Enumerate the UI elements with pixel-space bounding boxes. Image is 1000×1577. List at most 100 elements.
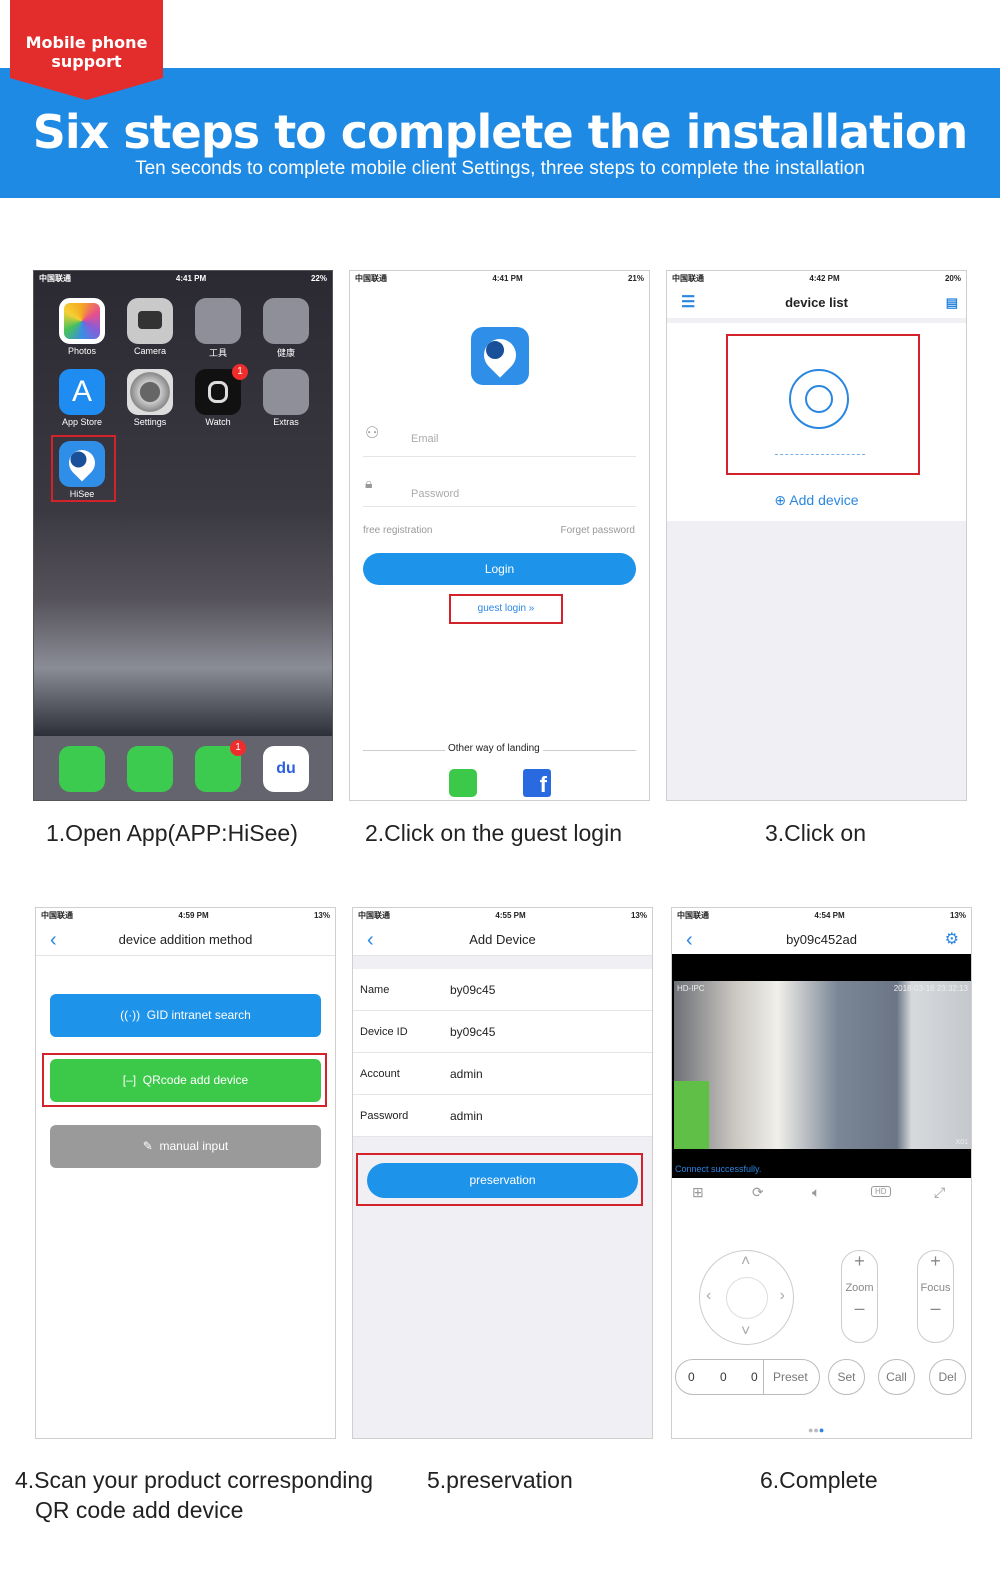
notification-badge: 1 <box>232 364 248 380</box>
time: 4:41 PM <box>175 273 207 283</box>
carrier: 中国联通 <box>39 273 71 283</box>
step4-caption-line2: QR code add device <box>35 1497 244 1523</box>
mute-icon[interactable]: 🔈︎ <box>812 1184 820 1201</box>
step1-caption: 1.Open App(APP:HiSee) <box>46 820 298 846</box>
hisee-logo <box>471 327 529 385</box>
forget-password-link[interactable]: Forget password <box>561 525 635 536</box>
zoom-control[interactable]: + Zoom – <box>841 1250 878 1343</box>
preset-input[interactable]: 000 Preset <box>675 1359 820 1395</box>
user-icon: ⚇ <box>365 425 380 442</box>
carrier: 中国联通 <box>672 273 704 283</box>
rotate-icon[interactable]: ⟳ <box>752 1184 764 1201</box>
guest-login-button[interactable]: guest login » <box>449 594 563 624</box>
email-placeholder: Email <box>411 433 439 445</box>
carrier: 中国联通 <box>677 910 709 920</box>
app-store-icon[interactable]: A <box>59 369 105 415</box>
battery: 21% <box>627 273 644 283</box>
menu-icon[interactable]: ☰ <box>681 287 695 319</box>
time: 4:54 PM <box>814 910 845 920</box>
app-label: Watch <box>205 417 231 427</box>
back-icon[interactable]: ‹ <box>50 924 57 956</box>
scan-icon[interactable]: ▤ <box>946 287 958 319</box>
password-row[interactable]: Password admin <box>353 1095 652 1137</box>
settings-app-icon[interactable] <box>127 369 173 415</box>
add-device-button[interactable]: ⊕ Add device <box>667 492 966 509</box>
messages-app-icon[interactable] <box>127 746 173 792</box>
lock-icon: 🔒︎ <box>365 475 373 491</box>
step2-login-screen: 中国联通 4:41 PM 21% ⚇ Email 🔒︎ Password free re… <box>349 270 650 801</box>
screen-title: Add Device <box>469 932 536 947</box>
app-label: Settings <box>133 417 167 427</box>
phone-app-icon[interactable] <box>59 746 105 792</box>
camera-illustration <box>789 369 849 429</box>
step2-caption: 2.Click on the guest login <box>365 820 622 846</box>
set-button[interactable]: Set <box>828 1359 865 1395</box>
focus-control[interactable]: + Focus – <box>917 1250 954 1343</box>
screen-title: device addition method <box>118 932 253 947</box>
highlight-box <box>356 1153 643 1206</box>
step4-caption-line1: 4.Scan your product corresponding <box>15 1467 373 1493</box>
carrier: 中国联通 <box>358 910 390 920</box>
gid-intranet-search-button[interactable]: ((·)) GID intranet search <box>50 994 321 1037</box>
toolbar: ⊞ ⟳ 🔈︎ HD ⤢ <box>672 1184 971 1204</box>
manual-input-button[interactable]: ✎ manual input <box>50 1125 321 1168</box>
facebook-login-icon[interactable]: f <box>523 769 551 797</box>
del-button[interactable]: Del <box>929 1359 966 1395</box>
battery: 22% <box>310 273 327 283</box>
health-folder-icon[interactable] <box>263 298 309 344</box>
step1-home-screen: 中国联通 4:41 PM 22% Photos Camera 工具 健康 A App… <box>33 270 333 801</box>
app-label: 健康 <box>276 348 295 358</box>
step5-add-device: 中国联通 4:55 PM 13% ‹ Add Device Name by09c45 D… <box>352 907 653 1439</box>
illustration-base <box>775 454 865 455</box>
password-field[interactable]: 🔒︎ Password <box>363 471 636 507</box>
screen-title: by09c452ad <box>786 932 857 947</box>
page-indicator: ●●● <box>808 1425 825 1435</box>
step5-caption: 5.preservation <box>427 1467 573 1493</box>
app-label: App Store <box>61 417 103 427</box>
page-subtitle: Ten seconds to complete mobile client Se… <box>135 158 865 179</box>
time: 4:59 PM <box>178 910 209 920</box>
highlight-box <box>51 435 116 502</box>
time: 4:42 PM <box>809 273 840 283</box>
camera-app-icon[interactable] <box>127 298 173 344</box>
other-way-label: Other way of landing <box>445 743 543 754</box>
app-label: Photos <box>67 346 97 356</box>
step3-caption: 3.Click on <box>765 820 866 846</box>
step6-live-view: 中国联通 4:54 PM 13% ‹ by09c452ad ⚙ HD-IPC 2018-… <box>671 907 972 1439</box>
time: 4:41 PM <box>492 273 523 283</box>
step6-caption: 6.Complete <box>760 1467 878 1493</box>
battery: 20% <box>944 273 961 283</box>
login-button[interactable]: Login <box>363 553 636 585</box>
name-row[interactable]: Name by09c45 <box>353 969 652 1011</box>
tools-folder-icon[interactable] <box>195 298 241 344</box>
grid-icon[interactable]: ⊞ <box>692 1184 704 1201</box>
account-row[interactable]: Account admin <box>353 1053 652 1095</box>
hd-button[interactable]: HD <box>871 1186 891 1197</box>
call-button[interactable]: Call <box>878 1359 915 1395</box>
device-id-row[interactable]: Device ID by09c45 <box>353 1011 652 1053</box>
video-view[interactable]: HD-IPC 2018-03-16 23:32:13 X01 Connect s… <box>672 954 971 1178</box>
settings-gear-icon[interactable]: ⚙ <box>945 924 959 956</box>
app-label: Extras <box>273 417 299 427</box>
dock: 1 du <box>34 736 332 800</box>
email-field[interactable]: ⚇ Email <box>363 421 636 457</box>
connect-status: Connect successfully. <box>675 1164 762 1174</box>
battery: 13% <box>949 910 966 920</box>
battery: 13% <box>313 910 330 920</box>
wechat-login-icon[interactable] <box>449 769 477 797</box>
back-icon[interactable]: ‹ <box>686 924 693 956</box>
page-title: Six steps to complete the installation <box>32 105 969 159</box>
free-registration-link[interactable]: free registration <box>363 525 432 536</box>
carrier: 中国联通 <box>41 910 73 920</box>
screen-title: device list <box>785 295 848 310</box>
baidu-app-icon[interactable]: du <box>263 746 309 792</box>
step3-device-list: 中国联通 4:42 PM 20% ☰ device list ▤ ⊕ Add devic… <box>666 270 967 801</box>
extras-folder-icon[interactable] <box>263 369 309 415</box>
fullscreen-icon[interactable]: ⤢ <box>934 1184 945 1201</box>
back-icon[interactable]: ‹ <box>367 924 374 956</box>
time: 4:55 PM <box>495 910 526 920</box>
notification-badge: 1 <box>230 740 246 756</box>
photos-app-icon[interactable] <box>59 298 105 344</box>
camera-feed: HD-IPC 2018-03-16 23:32:13 X01 <box>674 981 971 1149</box>
ptz-joystick[interactable]: ˄ ˅ ‹ › <box>699 1250 794 1345</box>
